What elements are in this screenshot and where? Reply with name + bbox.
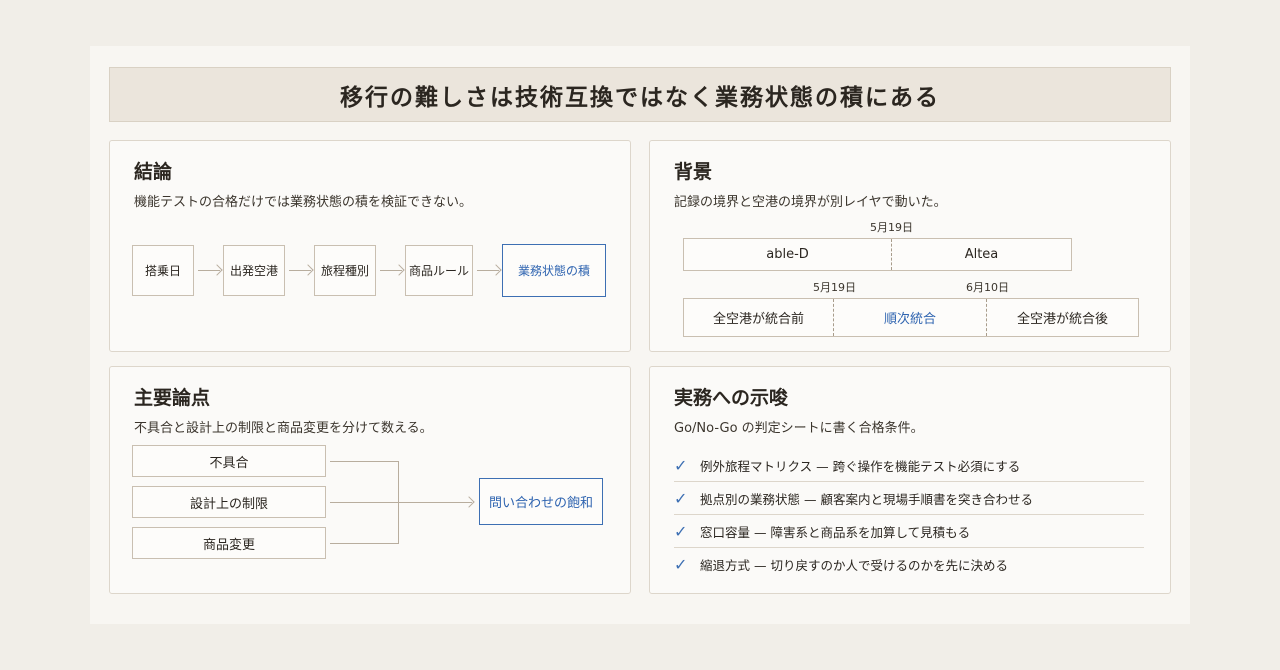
airport-end-date: 6月10日 — [966, 281, 1009, 294]
check-icon: ✓ — [674, 455, 688, 475]
checklist-item: ✓ 拠点別の業務状態 — 顧客案内と現場手順書を突き合わせる — [674, 482, 1144, 515]
check-icon: ✓ — [674, 488, 688, 508]
page-title: 移行の難しさは技術互換ではなく業務状態の積にある — [340, 84, 940, 111]
checklist: ✓ 例外旅程マトリクス — 跨ぐ操作を機能テスト必須にする ✓ 拠点別の業務状態… — [674, 449, 1144, 581]
checklist-item-text: 窓口容量 — 障害系と商品系を加算して見積もる — [700, 524, 971, 540]
airport-timeline: 全空港が統合前 順次統合 全空港が統合後 — [683, 298, 1139, 337]
background-heading: 背景 — [674, 161, 713, 183]
connector-line — [330, 461, 398, 462]
flow-result-business-state-product: 業務状態の積 — [502, 244, 606, 297]
record-segment-altea: Altea — [891, 239, 1071, 270]
airport-segment-after: 全空港が統合後 — [986, 299, 1138, 336]
flow-arrow — [380, 270, 402, 271]
implications-panel: 実務への示唆 Go/No-Go の判定シートに書く合格条件。 ✓ 例外旅程マトリ… — [649, 366, 1171, 594]
conclusion-lead: 機能テストの合格だけでは業務状態の積を検証できない。 — [134, 195, 473, 210]
check-icon: ✓ — [674, 555, 688, 574]
checklist-item-text: 縮退方式 — 切り戻すのか人で受けるのかを先に決める — [700, 558, 1008, 573]
airport-segment-before: 全空港が統合前 — [712, 312, 804, 327]
title-bar: 移行の難しさは技術互換ではなく業務状態の積にある — [109, 67, 1171, 122]
points-heading: 主要論点 — [134, 387, 211, 409]
record-boundary-date: 5月19日 — [870, 221, 913, 234]
implications-lead: Go/No-Go の判定シートに書く合格条件。 — [674, 421, 924, 436]
connector-line — [330, 543, 398, 544]
conclusion-heading: 結論 — [134, 161, 173, 183]
checklist-item-text: 拠点別の業務状態 — 顧客案内と現場手順書を突き合わせる — [700, 491, 1033, 507]
checklist-item: ✓ 縮退方式 — 切り戻すのか人で受けるのかを先に決める — [674, 548, 1144, 581]
source-product-change: 商品変更 — [132, 527, 326, 559]
points-panel: 主要論点 不具合と設計上の制限と商品変更を分けて数える。 不具合 設計上の制限 … — [109, 366, 631, 594]
flow-step-boarding-date: 搭乗日 — [132, 245, 194, 296]
airport-segment-progressive: 順次統合 — [833, 299, 986, 336]
implications-heading: 実務への示唆 — [674, 387, 789, 409]
flow-step-departure-airport: 出発空港 — [223, 245, 285, 296]
connector-arrow — [330, 502, 472, 503]
flow-step-product-rule: 商品ルール — [405, 245, 473, 296]
source-design-limit: 設計上の制限 — [132, 486, 326, 518]
flow-step-itinerary-type: 旅程種別 — [314, 245, 376, 296]
checklist-item: ✓ 例外旅程マトリクス — 跨ぐ操作を機能テスト必須にする — [674, 449, 1144, 482]
target-inquiry-saturation: 問い合わせの飽和 — [479, 478, 603, 525]
record-timeline: able-D Altea — [683, 238, 1072, 271]
conclusion-panel: 結論 機能テストの合格だけでは業務状態の積を検証できない。 搭乗日 出発空港 旅… — [109, 140, 631, 352]
checklist-item: ✓ 窓口容量 — 障害系と商品系を加算して見積もる — [674, 515, 1144, 548]
record-segment-abled: able-D — [766, 247, 809, 262]
flow-arrow — [289, 270, 311, 271]
airport-start-date: 5月19日 — [813, 281, 856, 294]
points-lead: 不具合と設計上の制限と商品変更を分けて数える。 — [134, 421, 433, 436]
flow-arrow — [477, 270, 499, 271]
background-panel: 背景 記録の境界と空港の境界が別レイヤで動いた。 5月19日 able-D Al… — [649, 140, 1171, 352]
source-defect: 不具合 — [132, 445, 326, 477]
checklist-item-text: 例外旅程マトリクス — 跨ぐ操作を機能テスト必須にする — [700, 458, 1021, 474]
flow-arrow — [198, 270, 220, 271]
background-lead: 記録の境界と空港の境界が別レイヤで動いた。 — [674, 195, 947, 210]
check-icon: ✓ — [674, 521, 688, 541]
